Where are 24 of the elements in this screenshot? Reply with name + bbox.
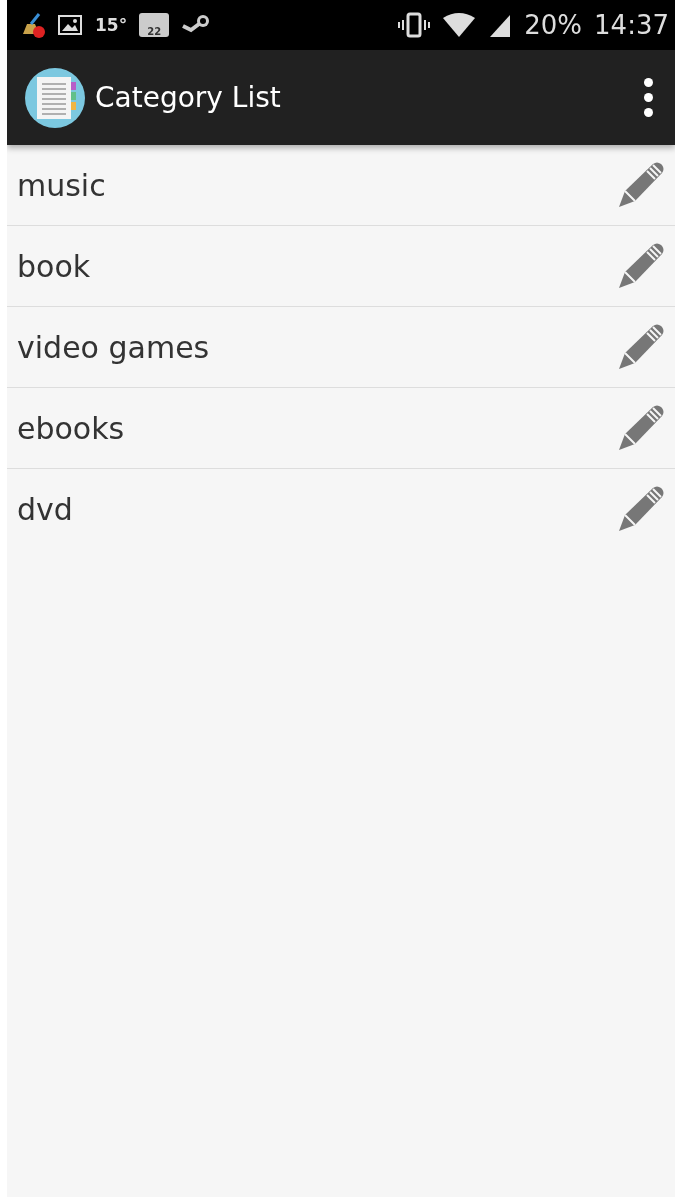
- pencil-icon[interactable]: [617, 242, 665, 290]
- clock-text: 14:37: [594, 10, 669, 40]
- app-title: Category List: [95, 81, 282, 114]
- category-row[interactable]: book: [7, 226, 675, 307]
- category-name: video games: [17, 329, 210, 365]
- notebook-icon: [25, 67, 85, 128]
- pencil-icon[interactable]: [617, 161, 665, 209]
- category-row[interactable]: music: [7, 145, 675, 226]
- category-name: dvd: [17, 491, 73, 527]
- pencil-icon[interactable]: [617, 485, 665, 533]
- wifi-icon: [442, 12, 477, 38]
- category-name: book: [17, 248, 91, 284]
- category-name: ebooks: [17, 410, 125, 446]
- category-row[interactable]: dvd: [7, 469, 675, 549]
- pencil-icon[interactable]: [617, 404, 665, 452]
- vibrate-icon: [398, 12, 431, 38]
- image-icon: [57, 12, 83, 38]
- category-row[interactable]: video games: [7, 307, 675, 388]
- battery-text: 20%: [524, 10, 583, 40]
- temperature-text: 15°: [95, 15, 128, 35]
- category-row[interactable]: ebooks: [7, 388, 675, 469]
- badge-count: 22: [147, 26, 162, 37]
- pencil-icon[interactable]: [617, 323, 665, 371]
- category-name: music: [17, 167, 106, 203]
